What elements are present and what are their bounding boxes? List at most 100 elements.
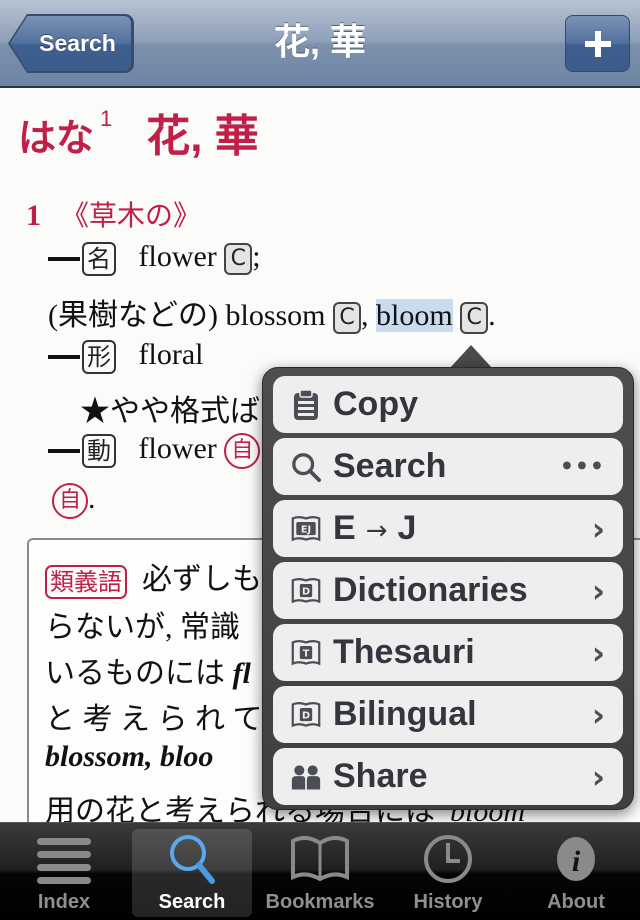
- verb-gloss: flower: [138, 432, 217, 465]
- synonym-line: 類義語 必ずしも: [45, 554, 262, 600]
- tab-history[interactable]: History: [388, 829, 508, 917]
- homograph-number: 1: [100, 106, 113, 131]
- magnifier-icon: [162, 831, 222, 887]
- popup-pointer: [449, 345, 493, 369]
- sense-number: 1: [26, 199, 41, 232]
- countable-badge: C: [224, 243, 253, 276]
- menu-item-label: Dictionaries: [333, 571, 528, 609]
- pos-verb-badge: 動: [82, 434, 116, 469]
- sense-heading: 1 《草木の》: [26, 194, 201, 234]
- punctuation: .: [488, 299, 496, 332]
- tab-about[interactable]: i About: [516, 829, 636, 917]
- info-icon: i: [546, 831, 606, 887]
- noun-gloss: flower: [138, 240, 217, 273]
- label-source-lang: E: [333, 509, 356, 547]
- menu-item-thesauri[interactable]: T Thesauri ›: [273, 624, 623, 681]
- selected-word[interactable]: bloom: [376, 299, 453, 332]
- context-popup-menu: Copy Search ••• EJ E → J › D Dictionaries …: [262, 367, 634, 810]
- tab-search[interactable]: Search: [132, 829, 252, 917]
- add-bookmark-button[interactable]: [565, 15, 630, 72]
- menu-item-search[interactable]: Search •••: [273, 438, 623, 495]
- countable-badge: C: [460, 302, 489, 335]
- menu-item-copy[interactable]: Copy: [273, 376, 623, 433]
- synonym-english: fl: [232, 657, 251, 690]
- punctuation: ,: [361, 299, 369, 332]
- search-icon: [291, 452, 321, 482]
- headword-kanji: 花, 華: [146, 112, 259, 161]
- ej-book-icon: EJ: [291, 514, 321, 544]
- plus-icon: [584, 30, 611, 57]
- tab-bookmarks[interactable]: Bookmarks: [260, 829, 380, 917]
- menu-item-label: Share: [333, 757, 428, 795]
- pos-adjective-badge: 形: [82, 340, 116, 375]
- clock-icon: [418, 831, 478, 887]
- dash: [48, 355, 80, 360]
- tab-bar: Index Search Bookmarks History i About: [0, 822, 640, 920]
- back-button-label: Search: [39, 30, 116, 56]
- menu-item-label: Copy: [333, 385, 418, 423]
- thesaurus-book-icon: T: [291, 638, 321, 668]
- menu-item-e-to-j[interactable]: EJ E → J ›: [273, 500, 623, 557]
- chevron-right-icon: ›: [591, 509, 605, 548]
- navigation-bar: Search 花, 華: [0, 0, 640, 88]
- dash: [48, 257, 80, 262]
- tab-label: Bookmarks: [265, 891, 375, 913]
- svg-text:i: i: [572, 845, 581, 878]
- dictionary-book-icon: D: [291, 576, 321, 606]
- menu-item-dictionaries[interactable]: D Dictionaries ›: [273, 562, 623, 619]
- svg-text:EJ: EJ: [301, 524, 311, 535]
- noun-line: 名 flower C;: [48, 240, 261, 277]
- svg-text:D: D: [302, 710, 310, 721]
- chevron-right-icon: ›: [591, 571, 605, 610]
- fruit-note: (果樹などの) blossom: [48, 299, 326, 332]
- svg-text:T: T: [303, 648, 310, 659]
- synonym-line: いるものには fl: [45, 648, 251, 692]
- adjective-line: 形 floral: [48, 338, 204, 375]
- clipboard-icon: [291, 388, 321, 420]
- synonym-line: と 考 え ら れ て: [45, 703, 263, 736]
- svg-text:D: D: [302, 586, 310, 597]
- pos-noun-badge: 名: [82, 242, 116, 277]
- synonym-text: いるものには: [45, 657, 225, 690]
- synonym-text: 必ずしも: [142, 563, 262, 596]
- arrow-icon: →: [365, 516, 388, 546]
- menu-item-label: E → J: [333, 509, 416, 548]
- tab-label: Search: [158, 891, 226, 913]
- bilingual-book-icon: D: [291, 700, 321, 730]
- tab-label: Index: [37, 891, 91, 913]
- synonym-line: blossom, bloo: [45, 740, 214, 773]
- countable-badge: C: [333, 302, 361, 335]
- intransitive-badge: 自: [224, 433, 261, 470]
- verb-line-continued: 自.: [52, 482, 96, 520]
- chevron-right-icon: ›: [591, 695, 605, 734]
- tab-index[interactable]: Index: [4, 829, 124, 917]
- verb-line: 動 flower 自: [48, 432, 261, 470]
- menu-item-share[interactable]: Share ›: [273, 748, 623, 805]
- menu-item-bilingual[interactable]: D Bilingual ›: [273, 686, 623, 743]
- adjective-gloss: floral: [138, 338, 204, 371]
- headword: はな 1 花, 華: [18, 100, 259, 164]
- synonym-tag: 類義語: [45, 565, 127, 600]
- intransitive-badge: 自: [52, 483, 88, 520]
- list-icon: [34, 831, 94, 887]
- sense-label: 《草木の》: [61, 201, 202, 232]
- usage-note: ★やや格式ば: [80, 395, 260, 428]
- book-icon: [290, 831, 350, 887]
- blossom-line: (果樹などの) blossom C, bloom C.: [48, 290, 496, 335]
- label-target-lang: J: [397, 509, 417, 547]
- back-button[interactable]: Search: [10, 15, 132, 72]
- dash: [48, 449, 80, 454]
- page-title: 花, 華: [273, 21, 366, 62]
- tab-label: About: [547, 891, 605, 913]
- tab-label: History: [413, 891, 483, 913]
- chevron-right-icon: ›: [591, 757, 605, 796]
- menu-item-label: Thesauri: [333, 633, 475, 671]
- menu-item-label: Bilingual: [333, 695, 477, 733]
- more-icon: •••: [559, 454, 605, 479]
- punctuation: ;: [252, 240, 261, 273]
- chevron-right-icon: ›: [591, 633, 605, 672]
- synonym-line: らないが, 常識: [45, 611, 240, 644]
- menu-item-label: Search: [333, 447, 447, 485]
- headword-reading: はな: [18, 118, 95, 160]
- people-icon: [291, 762, 321, 792]
